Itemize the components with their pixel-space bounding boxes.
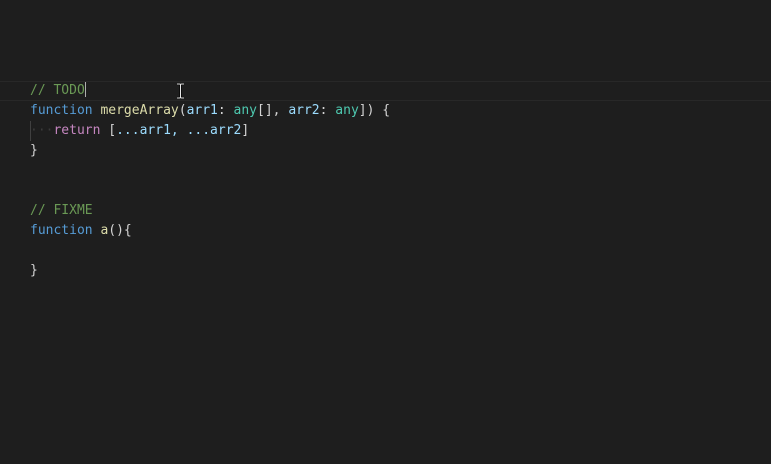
- type-name: any: [233, 103, 258, 118]
- code-line-current[interactable]: // TODO: [0, 81, 771, 101]
- code-line[interactable]: [30, 1, 771, 21]
- keyword-function: function: [30, 223, 93, 238]
- brace-close: }: [30, 143, 38, 158]
- params-and-brace: (){: [108, 223, 132, 238]
- keyword-function: function: [30, 103, 93, 118]
- code-line[interactable]: [30, 161, 771, 181]
- spread-arr2: ...arr2: [186, 123, 242, 138]
- comment-fixme: // FIXME: [30, 203, 93, 218]
- line-number: 4: [0, 261, 7, 281]
- line-number: 2: [0, 21, 7, 41]
- code-line[interactable]: [30, 241, 771, 261]
- line-number: 6: [0, 101, 7, 121]
- spread-arr1: ...arr1,: [116, 123, 179, 138]
- code-line[interactable]: function mergeArray(arr1: any[], arr2: a…: [30, 101, 771, 121]
- line-number: 7: [0, 121, 7, 141]
- bracket-open: [: [108, 123, 117, 138]
- code-line[interactable]: [30, 61, 771, 81]
- brace-close: }: [30, 263, 38, 278]
- param-name: arr1: [186, 103, 218, 118]
- code-area[interactable]: // TODO function mergeArray(arr1: any[],…: [0, 1, 771, 281]
- keyword-return: return: [53, 123, 101, 138]
- paren-open: (: [178, 103, 187, 118]
- i-beam-cursor-icon: [177, 83, 184, 99]
- code-editor[interactable]: 1 2 3 4 5 6 7 8 9 0 1 2 3 4 // TODO func…: [0, 0, 771, 464]
- line-number: 1: [0, 1, 7, 21]
- code-line[interactable]: function a(){: [30, 221, 771, 241]
- line-number: 1: [0, 201, 7, 221]
- comment-todo: // TODO: [30, 83, 85, 98]
- line-number: 0: [0, 181, 7, 201]
- line-number: 4: [0, 61, 7, 81]
- line-number: 3: [0, 41, 7, 61]
- code-line[interactable]: }: [30, 261, 771, 281]
- array-brackets: [],: [257, 103, 281, 118]
- param-name: arr2: [288, 103, 320, 118]
- code-line[interactable]: }: [30, 141, 771, 161]
- function-name: mergeArray: [100, 103, 179, 118]
- line-number: 3: [0, 241, 7, 261]
- line-number: 8: [0, 141, 7, 161]
- code-line[interactable]: ···return [...arr1, ...arr2]: [30, 121, 771, 141]
- array-brackets: ]): [358, 103, 375, 118]
- line-number: 2: [0, 221, 7, 241]
- code-line[interactable]: [30, 41, 771, 61]
- code-line[interactable]: [30, 21, 771, 41]
- text-caret: [84, 81, 86, 97]
- brace-open: {: [382, 103, 391, 118]
- indent-whitespace: ···: [30, 123, 54, 138]
- code-line[interactable]: [30, 181, 771, 201]
- line-number-gutter: 1 2 3 4 5 6 7 8 9 0 1 2 3 4: [0, 1, 7, 281]
- bracket-close: ]: [241, 123, 250, 138]
- colon: :: [217, 103, 226, 118]
- line-number: 9: [0, 161, 7, 181]
- code-line[interactable]: // FIXME: [30, 201, 771, 221]
- indent-guide: [30, 121, 31, 141]
- type-name: any: [335, 103, 359, 118]
